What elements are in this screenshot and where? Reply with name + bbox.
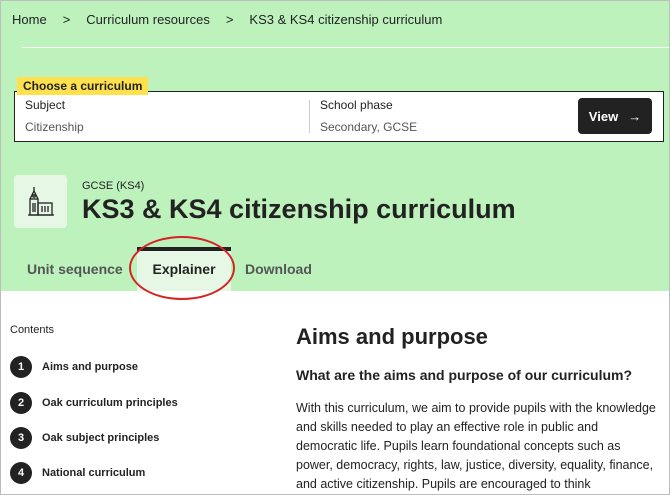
choose-curriculum-tag: Choose a curriculum bbox=[17, 77, 149, 95]
arrow-right-icon: → bbox=[628, 108, 642, 124]
contents-item-label: National curriculum bbox=[42, 467, 146, 479]
phase-select[interactable]: School phase Secondary, GCSE bbox=[320, 98, 417, 134]
contents-item-oak-subject-principles[interactable]: 3 Oak subject principles bbox=[10, 427, 159, 449]
breadcrumb-current: KS3 & KS4 citizenship curriculum bbox=[249, 12, 443, 27]
contents-number: 2 bbox=[10, 392, 32, 414]
breadcrumb-separator: > bbox=[62, 12, 71, 27]
curriculum-level: GCSE (KS4) bbox=[82, 180, 145, 192]
tab-label: Download bbox=[245, 261, 312, 277]
breadcrumb-curriculum-resources[interactable]: Curriculum resources bbox=[86, 12, 210, 27]
curriculum-picker: Subject Citizenship School phase Seconda… bbox=[14, 91, 664, 142]
annotation-highlight-ring bbox=[129, 236, 235, 300]
view-button-label: View bbox=[588, 108, 619, 124]
contents-number: 1 bbox=[10, 356, 32, 378]
header-divider bbox=[22, 47, 670, 48]
breadcrumb-home[interactable]: Home bbox=[12, 12, 47, 27]
page-title: KS3 & KS4 citizenship curriculum bbox=[82, 194, 516, 224]
breadcrumb-separator: > bbox=[225, 12, 234, 27]
subject-select[interactable]: Subject Citizenship bbox=[25, 98, 84, 134]
breadcrumb: Home > Curriculum resources > KS3 & KS4 … bbox=[12, 12, 442, 27]
subject-icon bbox=[14, 175, 67, 228]
contents-number: 4 bbox=[10, 462, 32, 484]
subject-label: Subject bbox=[25, 98, 66, 112]
picker-divider bbox=[309, 100, 310, 133]
phase-value: Secondary, GCSE bbox=[320, 120, 418, 134]
section-heading: Aims and purpose bbox=[296, 324, 488, 349]
subject-value: Citizenship bbox=[25, 120, 84, 134]
tab-bar: Unit sequence Explainer Download bbox=[0, 247, 670, 291]
tab-download[interactable]: Download bbox=[245, 247, 312, 291]
parliament-building-icon bbox=[27, 186, 54, 216]
contents-item-label: Aims and purpose bbox=[42, 361, 138, 373]
contents-item-label: Oak curriculum principles bbox=[42, 397, 178, 409]
contents-number: 3 bbox=[10, 427, 32, 449]
section-subheading: What are the aims and purpose of our cur… bbox=[296, 367, 633, 383]
contents-item-label: Oak subject principles bbox=[42, 432, 160, 444]
section-paragraph: With this curriculum, we aim to provide … bbox=[296, 401, 656, 491]
contents-item-aims[interactable]: 1 Aims and purpose bbox=[10, 356, 138, 378]
contents-item-oak-curriculum-principles[interactable]: 2 Oak curriculum principles bbox=[10, 392, 178, 414]
view-button[interactable]: View → bbox=[578, 98, 652, 134]
tab-unit-sequence[interactable]: Unit sequence bbox=[27, 247, 123, 291]
tab-label: Unit sequence bbox=[27, 261, 123, 277]
contents-item-national-curriculum[interactable]: 4 National curriculum bbox=[10, 462, 145, 484]
contents-label: Contents bbox=[10, 324, 55, 336]
phase-label: School phase bbox=[320, 98, 393, 112]
